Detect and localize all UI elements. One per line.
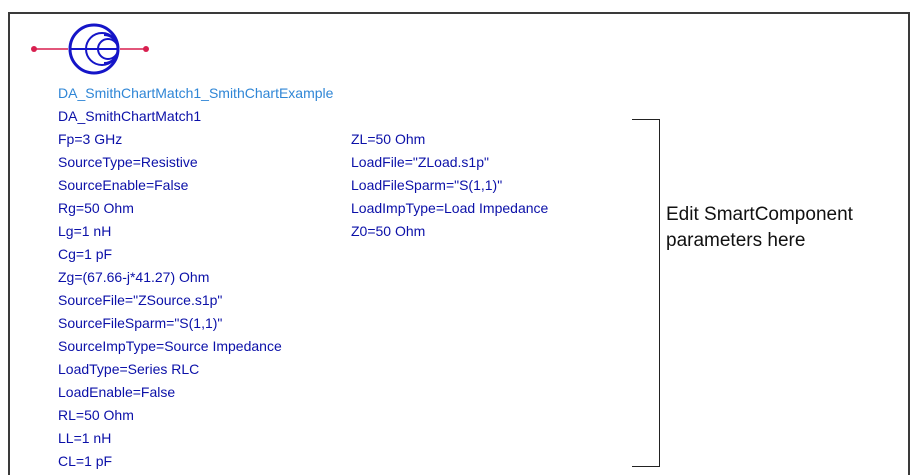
parameters-bracket: [632, 119, 660, 467]
param-source-imp-type[interactable]: SourceImpType=Source Impedance: [58, 338, 282, 355]
edit-parameters-note: Edit SmartComponent parameters here: [666, 202, 853, 254]
edit-parameters-note-line-2: parameters here: [666, 230, 806, 251]
param-source-file-sparm[interactable]: SourceFileSparm="S(1,1)": [58, 315, 222, 332]
param-zl[interactable]: ZL=50 Ohm: [351, 131, 425, 148]
param-rl[interactable]: RL=50 Ohm: [58, 407, 134, 424]
edit-parameters-note-line-1: Edit SmartComponent: [666, 204, 853, 225]
schematic-canvas: DA_SmithChartMatch1_SmithChartExample DA…: [0, 0, 914, 475]
param-source-type[interactable]: SourceType=Resistive: [58, 154, 198, 171]
smith-chart-icon[interactable]: [26, 17, 156, 81]
param-rg[interactable]: Rg=50 Ohm: [58, 200, 134, 217]
left-pin[interactable]: [31, 46, 37, 52]
param-load-imp-type[interactable]: LoadImpType=Load Impedance: [351, 200, 548, 217]
component-name-label[interactable]: DA_SmithChartMatch1: [58, 108, 201, 125]
param-load-type[interactable]: LoadType=Series RLC: [58, 361, 199, 378]
left-parameter-list: Fp=3 GHz SourceType=Resistive SourceEnab…: [58, 131, 358, 471]
param-ll[interactable]: LL=1 nH: [58, 430, 111, 447]
right-parameter-list: ZL=50 Ohm LoadFile="ZLoad.s1p" LoadFileS…: [351, 131, 621, 251]
param-fp[interactable]: Fp=3 GHz: [58, 131, 122, 148]
param-cl[interactable]: CL=1 pF: [58, 453, 112, 470]
right-pin[interactable]: [143, 46, 149, 52]
param-zg[interactable]: Zg=(67.66-j*41.27) Ohm: [58, 269, 209, 286]
param-load-enable[interactable]: LoadEnable=False: [58, 384, 175, 401]
smith-reactance-arc-lower: [93, 48, 119, 74]
param-z0[interactable]: Z0=50 Ohm: [351, 223, 425, 240]
param-cg[interactable]: Cg=1 pF: [58, 246, 112, 263]
param-source-enable[interactable]: SourceEnable=False: [58, 177, 188, 194]
param-source-file[interactable]: SourceFile="ZSource.s1p": [58, 292, 222, 309]
param-lg[interactable]: Lg=1 nH: [58, 223, 111, 240]
smith-reactance-arc-upper: [93, 24, 119, 50]
instance-name-label[interactable]: DA_SmithChartMatch1_SmithChartExample: [58, 85, 333, 102]
param-load-file[interactable]: LoadFile="ZLoad.s1p": [351, 154, 489, 171]
param-load-file-sparm[interactable]: LoadFileSparm="S(1,1)": [351, 177, 502, 194]
